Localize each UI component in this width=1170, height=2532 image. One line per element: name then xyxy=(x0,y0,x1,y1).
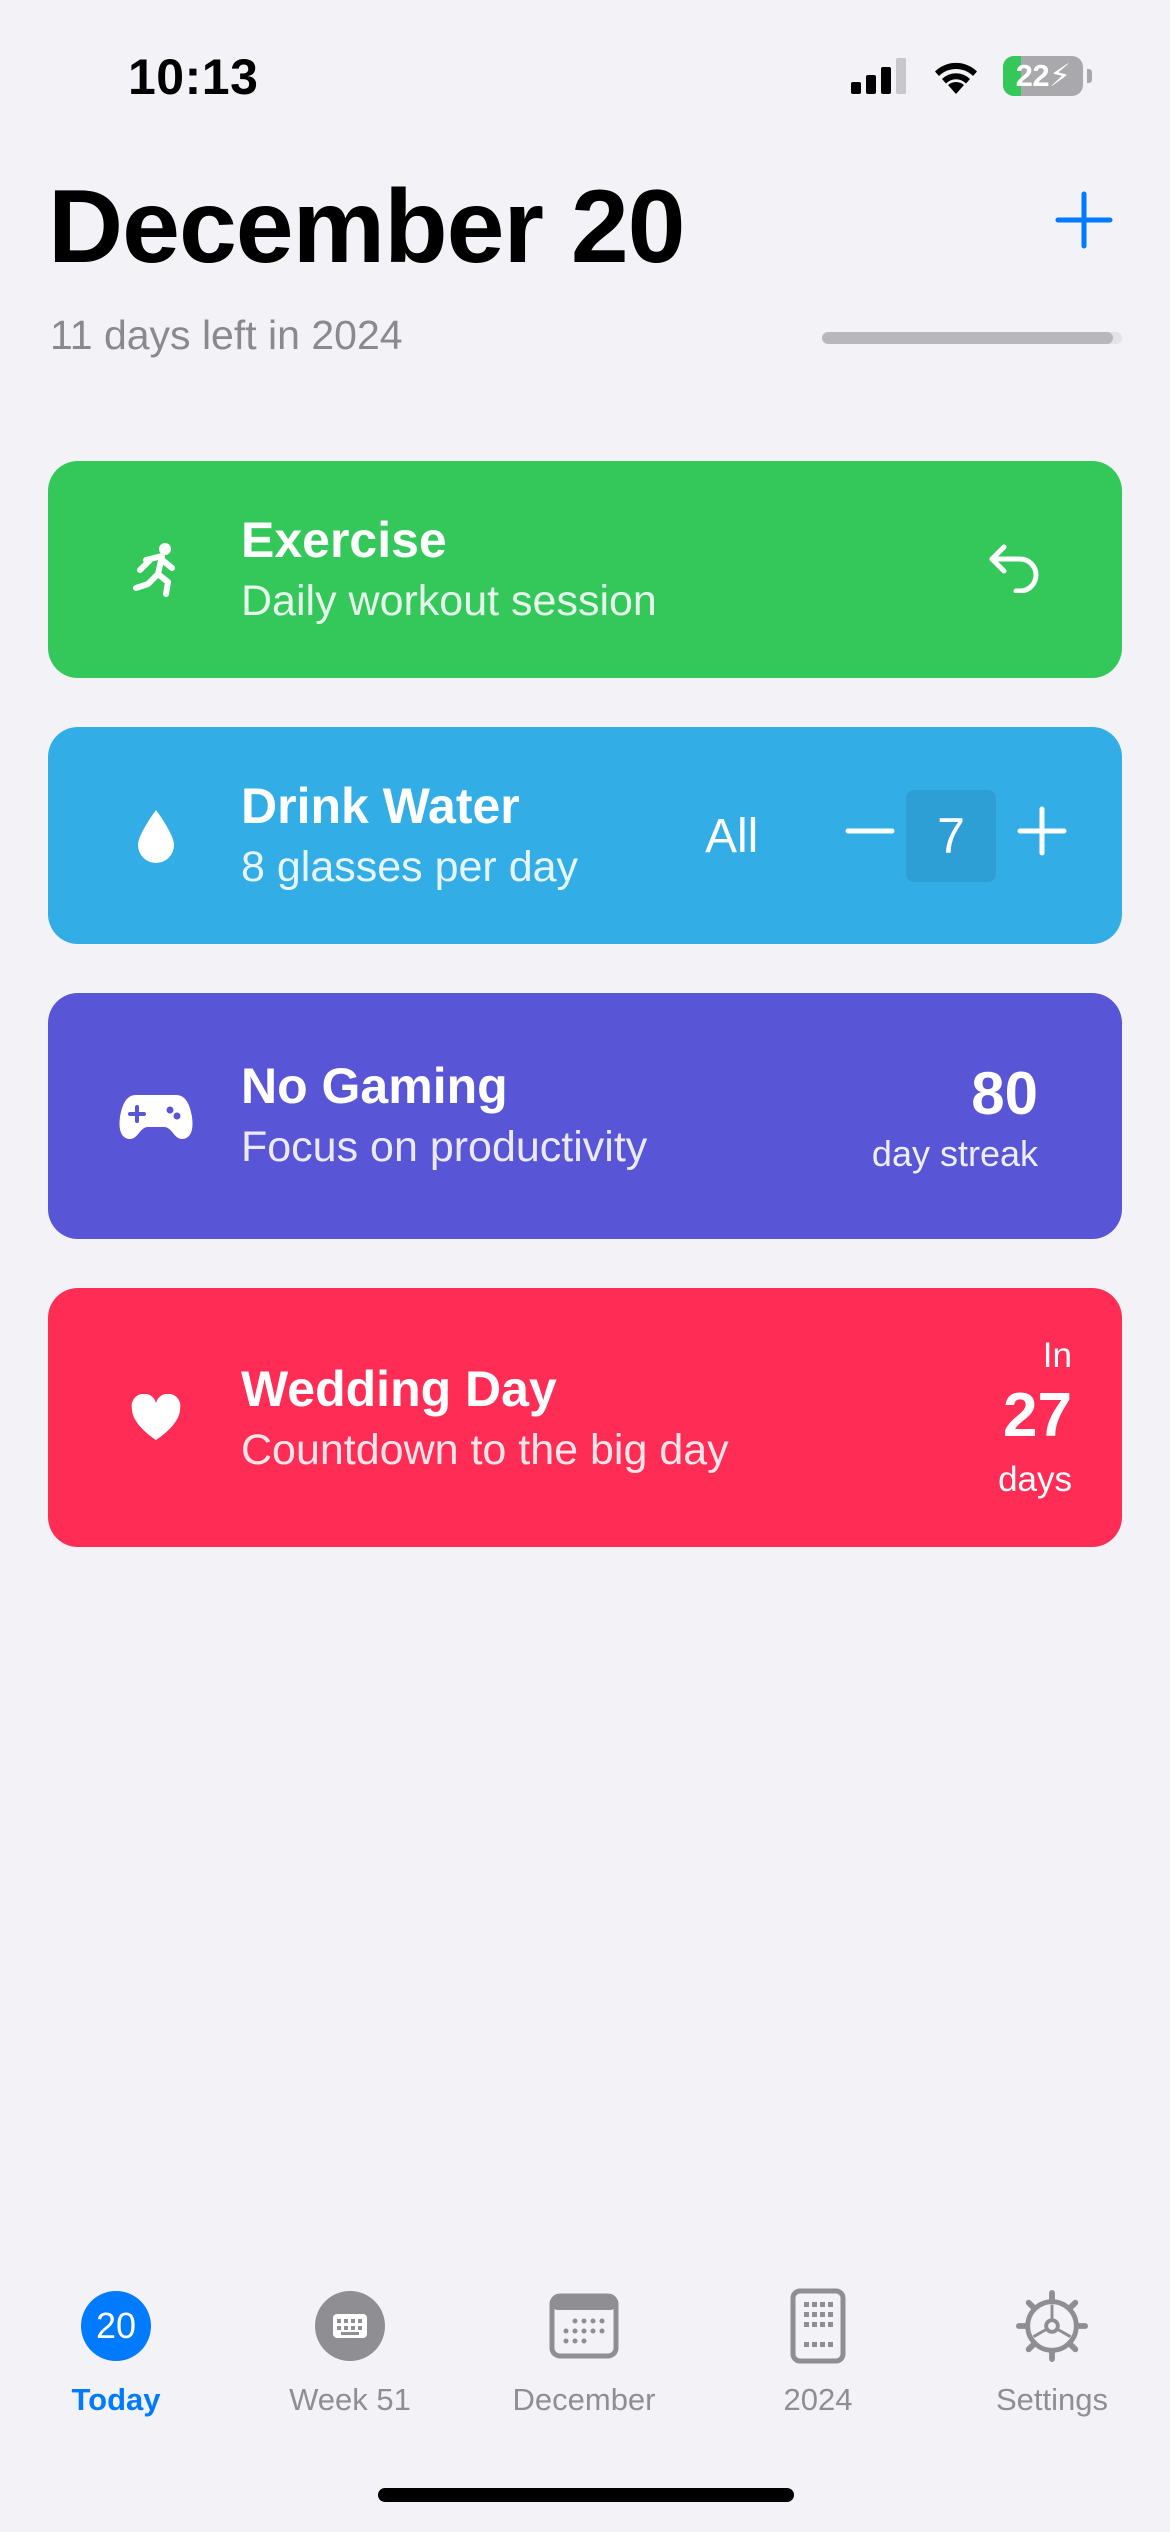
glass-count: 7 xyxy=(906,790,996,882)
countdown-title: Wedding Day xyxy=(241,1361,557,1417)
undo-button[interactable] xyxy=(986,541,1042,598)
tab-settings[interactable]: Settings xyxy=(952,2290,1152,2418)
status-time: 10:13 xyxy=(128,49,259,105)
tab-year[interactable]: 2024 xyxy=(718,2288,918,2418)
battery-cap xyxy=(1087,69,1092,83)
undo-icon xyxy=(989,544,1039,594)
countdown-subtitle: Countdown to the big day xyxy=(241,1426,729,1474)
tab-today[interactable]: 20 Today xyxy=(16,2290,216,2418)
gamecontroller-icon xyxy=(118,1091,194,1141)
today-badge-icon: 20 xyxy=(80,2290,152,2362)
plus-icon xyxy=(1055,191,1113,249)
countdown-prefix: In xyxy=(1042,1336,1072,1375)
all-button[interactable]: All xyxy=(705,809,758,864)
battery-level: 22⚡ xyxy=(1015,58,1071,93)
tab-month[interactable]: December xyxy=(484,2290,684,2418)
increment-button[interactable] xyxy=(1010,799,1074,863)
year-progress-bar xyxy=(822,332,1122,344)
streak-count: 80 xyxy=(971,1060,1038,1127)
cellular-signal-icon xyxy=(851,58,906,94)
tab-label: Settings xyxy=(995,2382,1108,2417)
habit-subtitle: Focus on productivity xyxy=(241,1123,648,1171)
screen: 10:13 22⚡ December 20 11 days left in 20… xyxy=(0,0,1170,2532)
home-indicator[interactable] xyxy=(378,2488,794,2502)
habit-title: No Gaming xyxy=(241,1058,508,1114)
habit-card-drink-water[interactable]: Drink Water 8 glasses per day All 7 xyxy=(48,727,1122,944)
month-calendar-icon xyxy=(548,2290,620,2362)
page-title: December 20 xyxy=(48,169,686,285)
tab-bar: 20 Today Week 51 December 2024 Settings xyxy=(0,2288,1170,2450)
today-date-badge: 20 xyxy=(81,2291,151,2361)
countdown-value: 27 xyxy=(1003,1381,1072,1450)
countdown-suffix: days xyxy=(998,1460,1072,1499)
year-calendar-icon xyxy=(782,2288,854,2364)
streak-label: day streak xyxy=(871,1133,1038,1174)
year-progress-fill xyxy=(822,332,1113,344)
gear-icon xyxy=(1016,2290,1088,2362)
tab-label: 2024 xyxy=(783,2382,853,2417)
add-button[interactable] xyxy=(1054,190,1114,250)
habit-card-no-gaming[interactable]: No Gaming Focus on productivity 80 day s… xyxy=(48,993,1122,1239)
habit-title: Exercise xyxy=(241,512,447,568)
days-left-label: 11 days left in 2024 xyxy=(50,312,403,358)
tab-label: December xyxy=(512,2382,656,2417)
status-icons: 22⚡ xyxy=(851,56,1092,96)
running-figure-icon xyxy=(132,542,180,598)
decrement-button[interactable] xyxy=(838,799,902,863)
minus-icon xyxy=(845,828,895,834)
habit-card-exercise[interactable]: Exercise Daily workout session xyxy=(48,461,1122,678)
week-calendar-icon xyxy=(314,2290,386,2362)
heart-icon xyxy=(130,1393,182,1442)
plus-icon xyxy=(1017,806,1067,856)
wifi-icon xyxy=(935,62,977,94)
tab-week[interactable]: Week 51 xyxy=(250,2290,450,2418)
habit-subtitle: 8 glasses per day xyxy=(241,843,579,891)
tab-label: Today xyxy=(71,2382,161,2417)
battery-charging-icon: 22⚡ xyxy=(1003,56,1083,96)
water-drop-icon xyxy=(136,808,176,864)
countdown-card-wedding-day[interactable]: Wedding Day Countdown to the big day In … xyxy=(48,1288,1122,1547)
habit-subtitle: Daily workout session xyxy=(241,577,657,625)
habit-title: Drink Water xyxy=(241,778,520,834)
tab-label: Week 51 xyxy=(289,2382,411,2417)
